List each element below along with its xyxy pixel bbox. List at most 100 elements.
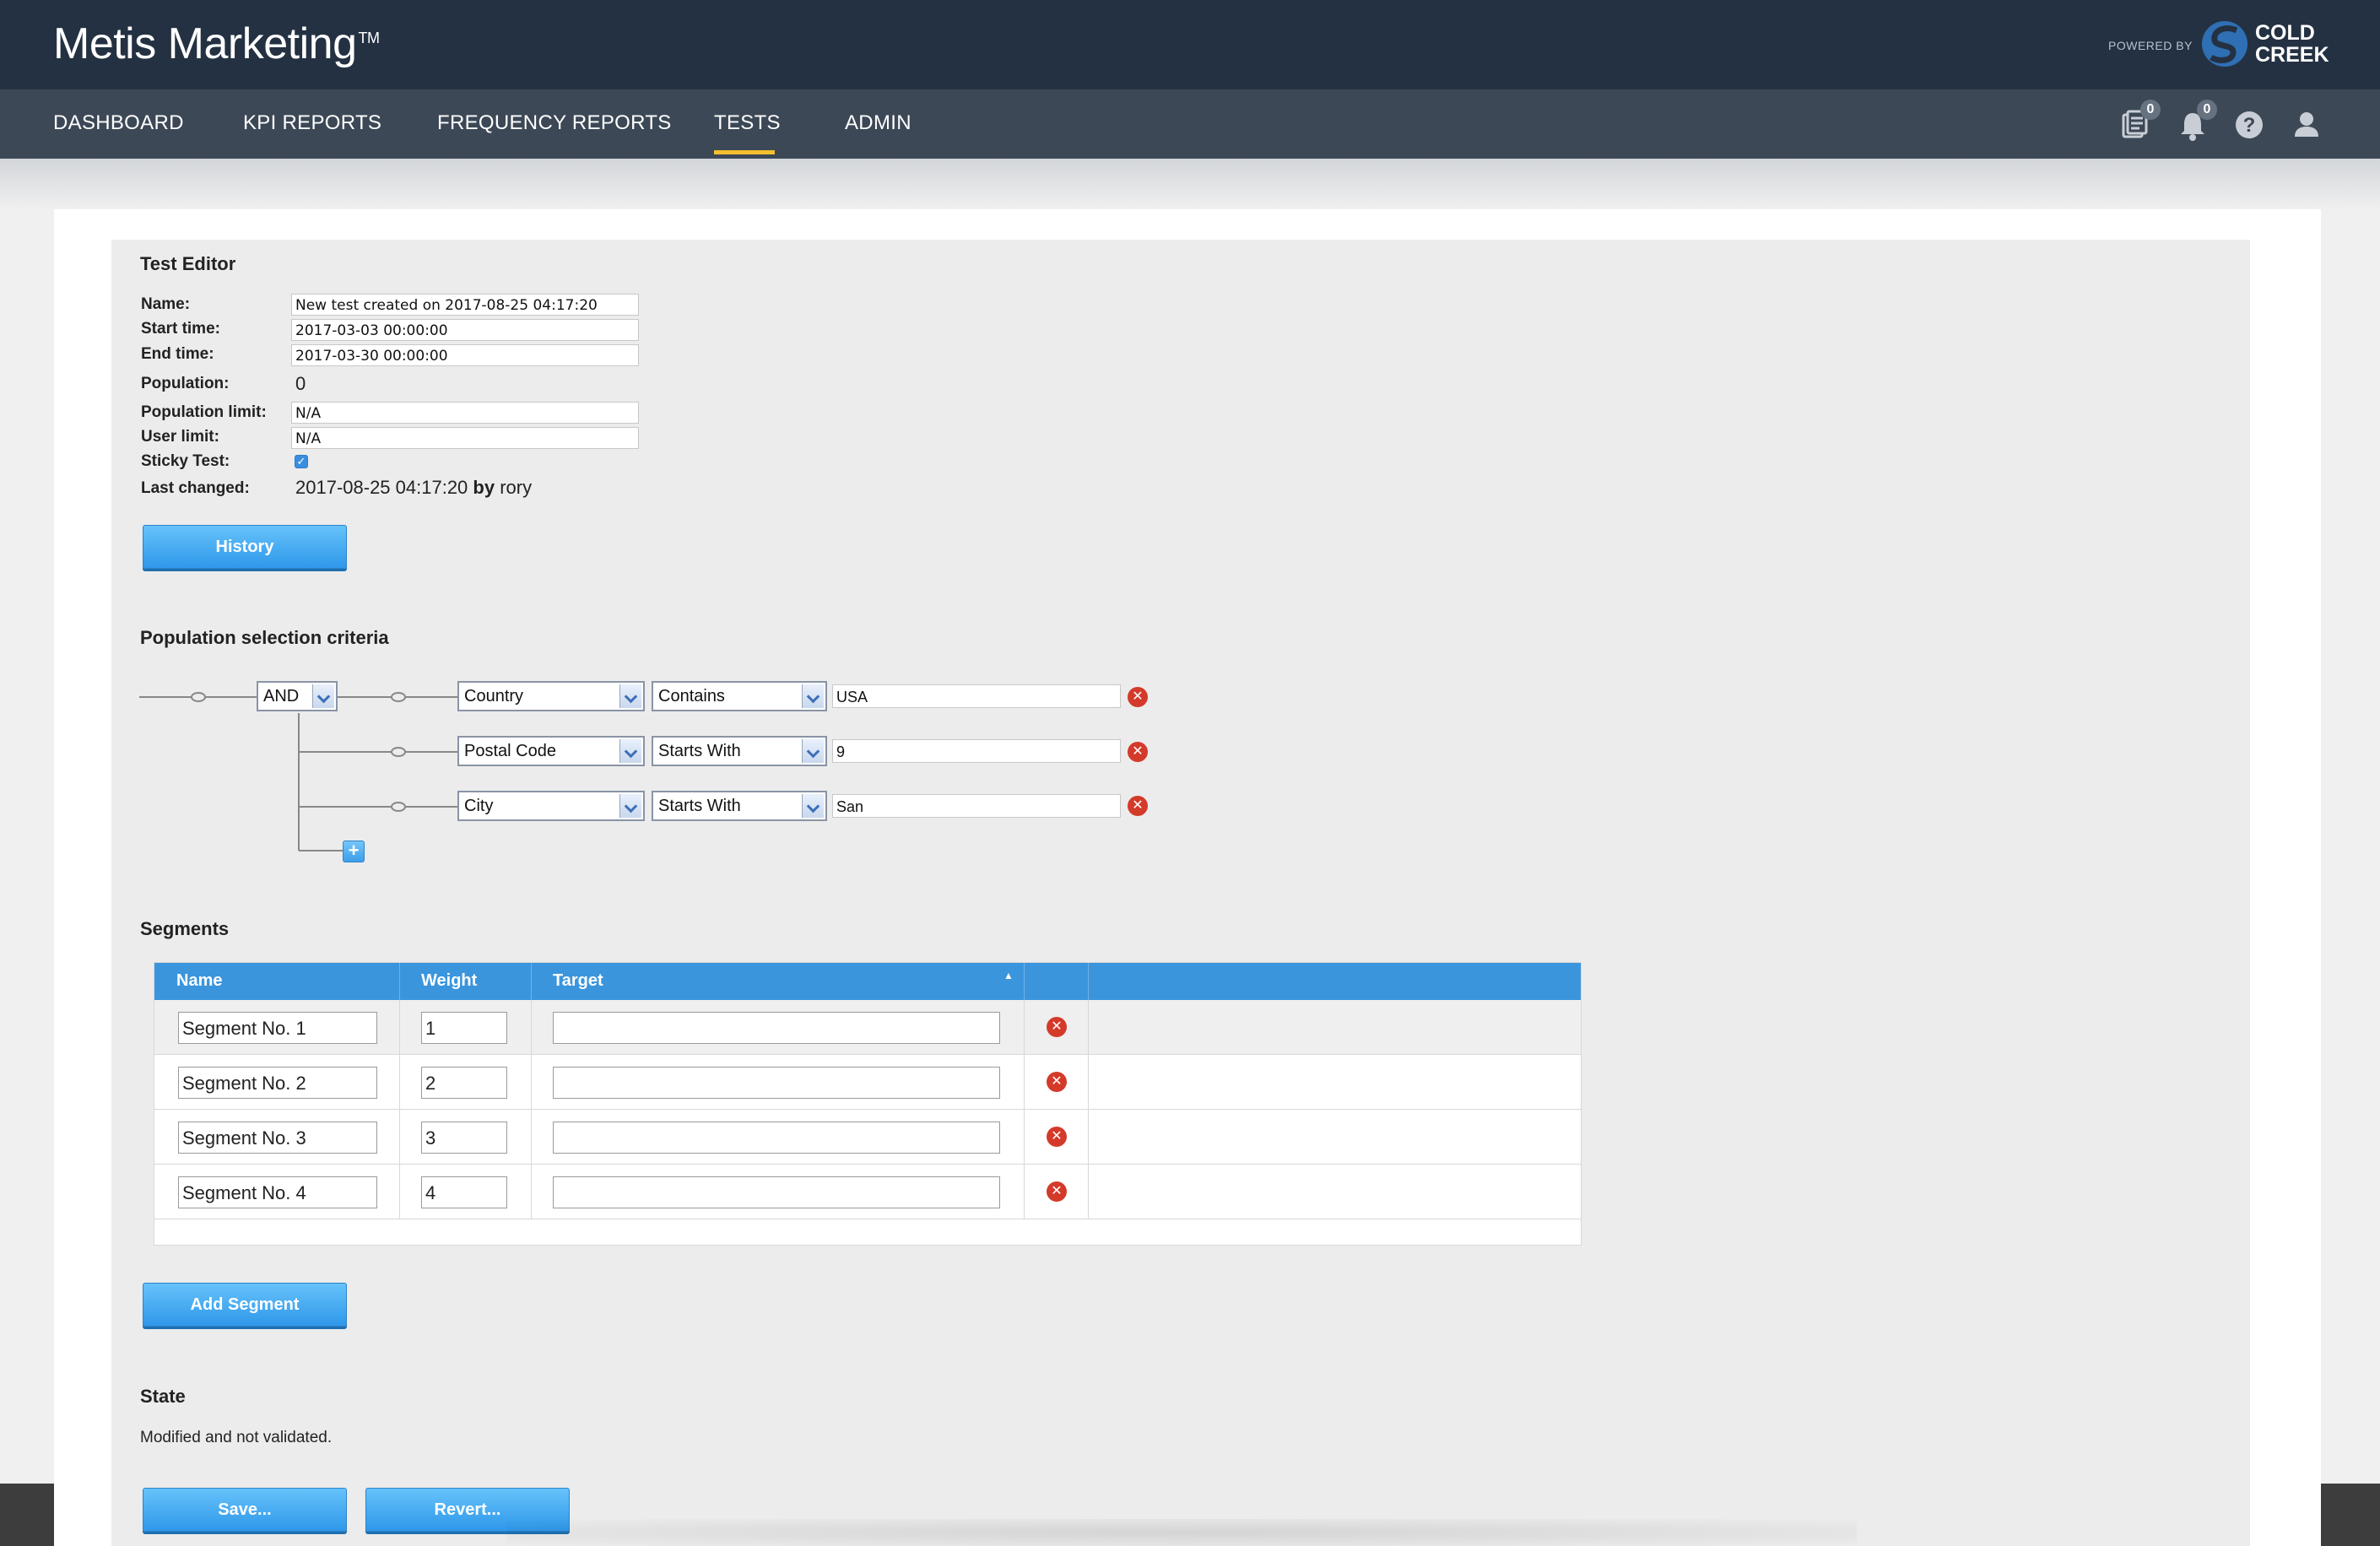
population-limit-label: Population limit: — [141, 403, 267, 421]
chevron-down-icon — [619, 794, 641, 818]
remove-segment-icon[interactable]: ✕ — [1047, 1017, 1067, 1037]
last-changed-date: 2017-08-25 04:17:20 — [295, 477, 468, 498]
start-time-label: Start time: — [141, 320, 220, 338]
main-nav: DASHBOARD KPI REPORTS FREQUENCY REPORTS … — [0, 89, 2380, 159]
cell-divider — [1088, 1000, 1089, 1055]
help-icon[interactable]: ? — [2232, 108, 2266, 142]
footer-bar-left — [0, 1484, 54, 1546]
end-time-label: End time: — [141, 345, 214, 363]
segment-weight-input[interactable]: 2 — [421, 1067, 507, 1099]
criteria-value-input[interactable]: San — [832, 794, 1121, 818]
segment-target-input[interactable] — [553, 1176, 1000, 1208]
criteria-op-value: Starts With — [658, 797, 741, 815]
powered-by-label: POWERED BY — [2108, 39, 2193, 52]
segment-name-input[interactable]: Segment No. 3 — [178, 1122, 377, 1154]
segments-title: Segments — [140, 918, 230, 939]
cell-divider — [399, 1110, 400, 1165]
column-divider — [1024, 963, 1025, 1000]
last-changed-user: rory — [500, 477, 533, 498]
cell-divider — [1024, 1055, 1025, 1110]
svg-text:?: ? — [2243, 114, 2256, 137]
cell-divider — [399, 1000, 400, 1055]
cell-divider — [531, 1165, 532, 1219]
cell-divider — [1024, 1000, 1025, 1055]
segment-target-input[interactable] — [553, 1122, 1000, 1154]
user-limit-label: User limit: — [141, 428, 219, 446]
segment-weight-input[interactable]: 3 — [421, 1122, 507, 1154]
remove-segment-icon[interactable]: ✕ — [1047, 1072, 1067, 1092]
table-header: Name Weight Target ▲ — [154, 963, 1581, 1000]
partner-line1: COLD — [2255, 21, 2315, 45]
column-header-name[interactable]: Name — [176, 971, 222, 991]
footer-bar-right — [2321, 1484, 2380, 1546]
remove-segment-icon[interactable]: ✕ — [1047, 1127, 1067, 1147]
segment-name-input[interactable]: Segment No. 4 — [178, 1176, 377, 1208]
table-row: Segment No. 4 4 ✕ — [154, 1165, 1581, 1219]
partner-name: COLD CREEK — [2255, 22, 2329, 66]
end-time-field[interactable]: 2017-03-30 00:00:00 — [291, 344, 639, 366]
segment-weight-input[interactable]: 1 — [421, 1012, 507, 1044]
nav-admin[interactable]: ADMIN — [845, 111, 911, 135]
nav-kpi-reports[interactable]: KPI REPORTS — [243, 111, 381, 135]
segment-name-input[interactable]: Segment No. 1 — [178, 1012, 377, 1044]
name-field[interactable]: New test created on 2017-08-25 04:17:20 — [291, 294, 639, 316]
criteria-op-select[interactable]: Starts With — [652, 736, 827, 766]
criteria-op-select[interactable]: Starts With — [652, 791, 827, 821]
add-segment-button[interactable]: Add Segment — [143, 1283, 347, 1327]
history-button[interactable]: History — [143, 525, 347, 569]
user-limit-field[interactable]: N/A — [291, 427, 639, 449]
population-label: Population: — [141, 375, 230, 392]
remove-criteria-icon[interactable]: ✕ — [1128, 796, 1148, 816]
population-limit-field[interactable]: N/A — [291, 402, 639, 424]
criteria-value-input[interactable]: USA — [832, 684, 1121, 708]
segment-name-input[interactable]: Segment No. 2 — [178, 1067, 377, 1099]
remove-criteria-icon[interactable]: ✕ — [1128, 742, 1148, 762]
remove-segment-icon[interactable]: ✕ — [1047, 1181, 1067, 1202]
notifications-badge: 0 — [2197, 100, 2217, 120]
criteria-field-select[interactable]: Country — [457, 681, 645, 711]
name-label: Name: — [141, 295, 191, 313]
segment-target-input[interactable] — [553, 1067, 1000, 1099]
column-divider — [531, 963, 532, 1000]
save-button[interactable]: Save... — [143, 1488, 347, 1532]
header-shadow — [0, 159, 2380, 209]
chevron-down-icon — [312, 684, 334, 708]
criteria-field-select[interactable]: City — [457, 791, 645, 821]
reports-badge: 0 — [2140, 100, 2161, 120]
criteria-field-select[interactable]: Postal Code — [457, 736, 645, 766]
cell-divider — [1088, 1165, 1089, 1219]
chevron-down-icon — [802, 794, 824, 818]
brand-name: Metis Marketing — [53, 19, 357, 68]
segment-target-input[interactable] — [553, 1012, 1000, 1044]
add-criteria-button[interactable]: + — [343, 841, 365, 862]
test-editor-title: Test Editor — [140, 253, 236, 274]
start-time-field[interactable]: 2017-03-03 00:00:00 — [291, 319, 639, 341]
app-logo[interactable]: Metis Marketing TM — [53, 19, 380, 69]
cell-divider — [399, 1055, 400, 1110]
user-icon[interactable] — [2290, 108, 2323, 142]
state-title: State — [140, 1386, 186, 1407]
criteria-op-select[interactable]: Contains — [652, 681, 827, 711]
active-tab-indicator — [714, 150, 775, 154]
sticky-test-checkbox[interactable]: ✓ — [295, 455, 308, 468]
criteria-title: Population selection criteria — [140, 627, 389, 648]
nav-dashboard[interactable]: DASHBOARD — [53, 111, 184, 135]
operator-value: AND — [263, 687, 300, 705]
criteria-op-value: Contains — [658, 687, 725, 705]
cell-divider — [1088, 1110, 1089, 1165]
segments-table: Name Weight Target ▲ Segment No. 1 1 ✕ S… — [154, 962, 1582, 1246]
cell-divider — [1024, 1165, 1025, 1219]
population-value: 0 — [295, 373, 306, 394]
sticky-test-label: Sticky Test: — [141, 452, 230, 470]
column-header-weight[interactable]: Weight — [421, 971, 477, 991]
nav-tests[interactable]: TESTS — [714, 111, 781, 135]
operator-select[interactable]: AND — [257, 681, 338, 711]
column-header-target[interactable]: Target — [553, 971, 603, 991]
remove-criteria-icon[interactable]: ✕ — [1128, 687, 1148, 707]
nav-frequency-reports[interactable]: FREQUENCY REPORTS — [437, 111, 672, 135]
cell-divider — [1024, 1110, 1025, 1165]
segment-weight-input[interactable]: 4 — [421, 1176, 507, 1208]
column-divider — [399, 963, 400, 1000]
cell-divider — [531, 1055, 532, 1110]
criteria-value-input[interactable]: 9 — [832, 739, 1121, 763]
